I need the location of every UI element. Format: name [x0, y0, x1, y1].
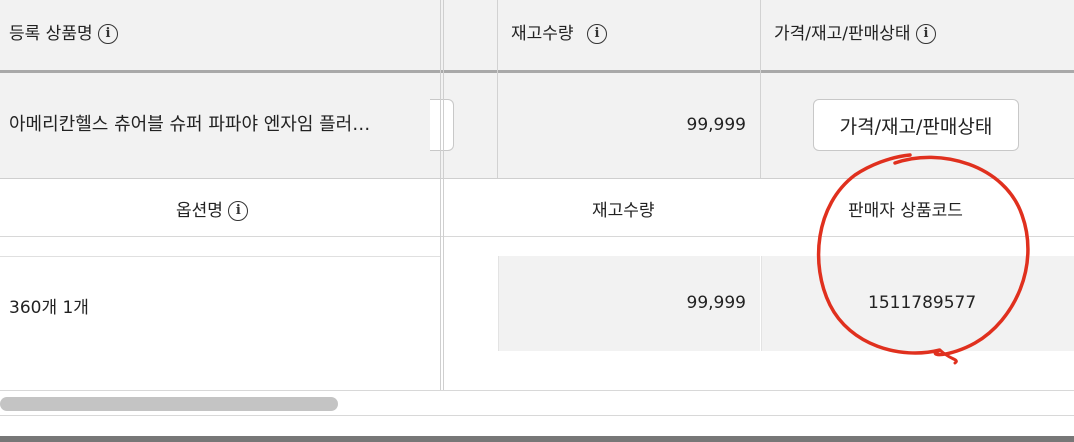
info-icon[interactable]: i	[915, 24, 936, 44]
info-icon[interactable]: i	[98, 24, 119, 44]
option-row-top-border	[0, 256, 440, 257]
option-header-stock: 재고수량	[592, 201, 655, 221]
column-divider	[760, 0, 761, 178]
column-divider	[497, 0, 498, 178]
info-icon[interactable]: i	[586, 24, 607, 44]
product-name: 아메리칸헬스 츄어블 슈퍼 파파야 엔자임 플러…	[9, 114, 371, 135]
header-stock: 재고수량 i	[511, 19, 607, 44]
product-stock: 99,999	[686, 115, 746, 135]
column-divider	[443, 0, 444, 390]
column-divider	[498, 256, 499, 351]
header-product-name: 등록 상품명 i	[9, 19, 119, 44]
bottom-bar	[0, 436, 1074, 442]
info-icon[interactable]: i	[228, 201, 249, 221]
option-header-name-label: 옵션명	[176, 201, 223, 221]
annotation-circle	[816, 153, 1030, 365]
header-stock-label: 재고수량	[511, 24, 574, 44]
column-divider	[440, 0, 441, 390]
partial-button[interactable]	[430, 99, 454, 151]
option-stock: 99,999	[686, 293, 746, 313]
option-name: 360개 1개	[9, 298, 89, 318]
header-product-name-label: 등록 상품명	[9, 24, 93, 44]
header-price-status: 가격/재고/판매상태 i	[774, 19, 936, 44]
scrollbar-thumb[interactable]	[0, 397, 338, 411]
option-header-name: 옵션명 i	[176, 196, 249, 221]
price-status-button[interactable]: 가격/재고/판매상태	[813, 99, 1019, 151]
column-divider	[761, 256, 762, 351]
header-price-status-label: 가격/재고/판매상태	[774, 24, 911, 44]
